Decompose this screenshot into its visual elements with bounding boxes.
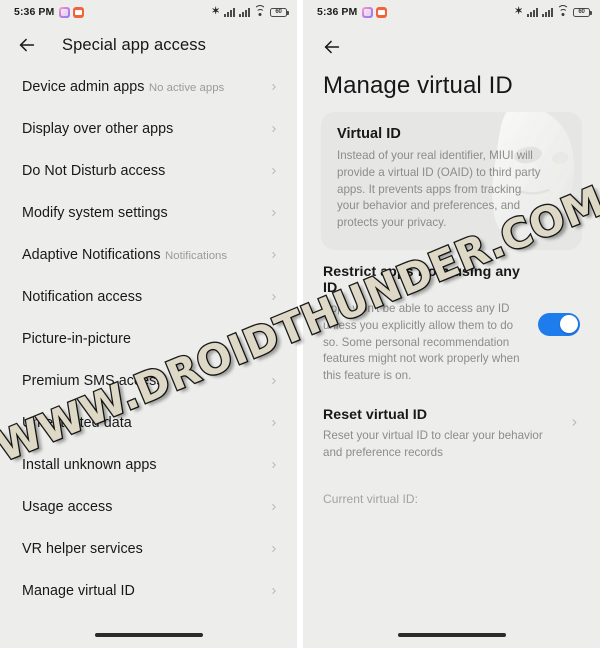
sidebar-item-picture-in-picture[interactable]: Picture-in-picture bbox=[0, 318, 297, 360]
restrict-apps-title: Restrict apps from using any ID bbox=[323, 263, 520, 296]
status-bar-clock: 5:36 PM bbox=[317, 6, 358, 18]
sidebar-item-unrestricted-data[interactable]: Unrestricted data bbox=[0, 402, 297, 444]
virtual-id-info-card: Virtual ID Instead of your real identifi… bbox=[321, 112, 582, 250]
chevron-right-icon bbox=[269, 502, 279, 512]
chevron-right-icon bbox=[269, 544, 279, 554]
chevron-right-icon bbox=[269, 292, 279, 302]
list-item-title: Picture-in-picture bbox=[22, 330, 131, 347]
signal-bars-sim2-icon bbox=[542, 7, 553, 17]
gallery-icon bbox=[362, 6, 374, 18]
sidebar-item-notification-access[interactable]: Notification access bbox=[0, 276, 297, 318]
right-phone-screen: 5:36 PM ✶ 60 Manage virtual ID Virtual I… bbox=[303, 0, 600, 648]
chevron-right-icon bbox=[269, 376, 279, 386]
list-item-title: VR helper services bbox=[22, 540, 143, 557]
chevron-right-icon bbox=[269, 586, 279, 596]
sidebar-item-device-admin-apps[interactable]: Device admin apps No active apps bbox=[0, 66, 297, 108]
sidebar-item-usage-access[interactable]: Usage access bbox=[0, 486, 297, 528]
list-item-title: Display over other apps bbox=[22, 120, 174, 137]
list-item-title: Notification access bbox=[22, 288, 143, 305]
toggle-knob bbox=[559, 315, 578, 334]
status-bar-system-icons: ✶ 60 bbox=[514, 4, 592, 17]
signal-bars-sim1-icon bbox=[224, 7, 235, 17]
signal-bars-sim1-icon bbox=[527, 7, 538, 17]
sidebar-item-adaptive-notifications[interactable]: Adaptive Notifications Notifications bbox=[0, 234, 297, 276]
chevron-right-icon bbox=[269, 208, 279, 218]
reset-virtual-id-title: Reset virtual ID bbox=[323, 406, 428, 423]
list-item-title: Manage virtual ID bbox=[22, 582, 135, 599]
chevron-right-icon bbox=[269, 334, 279, 344]
messaging-icon bbox=[376, 6, 388, 18]
home-gesture-pill[interactable] bbox=[397, 633, 506, 637]
list-item-subtitle: No active apps bbox=[148, 81, 225, 94]
gallery-icon bbox=[59, 6, 71, 18]
current-virtual-id-label: Current virtual ID: bbox=[323, 491, 418, 506]
page-title: Manage virtual ID bbox=[323, 72, 513, 99]
chevron-right-icon bbox=[269, 82, 279, 92]
battery-icon: 60 bbox=[573, 7, 592, 17]
back-arrow-icon[interactable] bbox=[16, 34, 38, 56]
virtual-id-card-description: Instead of your real identifier, MIUI wi… bbox=[337, 149, 541, 230]
navigation-bar-left bbox=[0, 622, 297, 648]
sidebar-item-display-over-other-apps[interactable]: Display over other apps bbox=[0, 108, 297, 150]
restrict-apps-description: Apps won't be able to access any ID unle… bbox=[323, 301, 520, 383]
restrict-apps-setting-row[interactable]: Restrict apps from using any ID Apps won… bbox=[321, 250, 582, 397]
status-bar-clock: 5:36 PM bbox=[14, 6, 55, 18]
list-item-title: Adaptive Notifications bbox=[22, 246, 161, 263]
signal-bars-sim2-icon bbox=[239, 7, 250, 17]
bluetooth-icon: ✶ bbox=[211, 6, 220, 17]
wifi-icon bbox=[254, 4, 266, 17]
page-title: Special app access bbox=[62, 35, 206, 54]
home-gesture-pill[interactable] bbox=[94, 633, 203, 637]
chevron-right-icon bbox=[269, 250, 279, 260]
sidebar-item-install-unknown-apps[interactable]: Install unknown apps bbox=[0, 444, 297, 486]
list-item-title: Premium SMS access bbox=[22, 372, 164, 389]
list-item-subtitle: Notifications bbox=[165, 249, 228, 262]
status-bar-right: 5:36 PM ✶ 60 bbox=[303, 0, 600, 24]
sidebar-item-modify-system-settings[interactable]: Modify system settings bbox=[0, 192, 297, 234]
left-phone-screen: 5:36 PM ✶ 60 Special app access Device a… bbox=[0, 0, 297, 648]
messaging-icon bbox=[73, 6, 85, 18]
special-app-access-list: Device admin apps No active apps Display… bbox=[0, 66, 297, 612]
reset-virtual-id-description: Reset your virtual ID to clear your beha… bbox=[323, 428, 543, 459]
dual-screenshot-container: 5:36 PM ✶ 60 Special app access Device a… bbox=[0, 0, 600, 648]
left-app-bar: Special app access bbox=[0, 24, 297, 66]
list-item-title: Device admin apps bbox=[22, 78, 145, 95]
bluetooth-icon: ✶ bbox=[514, 6, 523, 17]
chevron-right-icon bbox=[269, 166, 279, 176]
wifi-icon bbox=[557, 4, 569, 17]
chevron-right-icon bbox=[269, 460, 279, 470]
status-bar-notification-icons bbox=[362, 6, 388, 18]
navigation-bar-right bbox=[303, 622, 600, 648]
status-bar-system-icons: ✶ 60 bbox=[211, 4, 289, 17]
list-item-title: Do Not Disturb access bbox=[22, 162, 166, 179]
sidebar-item-vr-helper-services[interactable]: VR helper services bbox=[0, 528, 297, 570]
restrict-apps-toggle[interactable] bbox=[538, 312, 580, 336]
chevron-right-icon bbox=[269, 418, 279, 428]
list-item-title: Unrestricted data bbox=[22, 414, 132, 431]
right-app-bar bbox=[303, 24, 600, 58]
status-bar-notification-icons bbox=[59, 6, 85, 18]
virtual-id-card-title: Virtual ID bbox=[337, 126, 401, 142]
back-arrow-icon[interactable] bbox=[321, 36, 582, 58]
list-item-title: Usage access bbox=[22, 498, 113, 515]
list-item-title: Modify system settings bbox=[22, 204, 168, 221]
list-item-title: Install unknown apps bbox=[22, 456, 157, 473]
reset-virtual-id-row[interactable]: Reset virtual ID Reset your virtual ID t… bbox=[321, 397, 582, 474]
status-bar-left: 5:36 PM ✶ 60 bbox=[0, 0, 297, 24]
battery-icon: 60 bbox=[270, 7, 289, 17]
sidebar-item-premium-sms-access[interactable]: Premium SMS access bbox=[0, 360, 297, 402]
sidebar-item-do-not-disturb-access[interactable]: Do Not Disturb access bbox=[0, 150, 297, 192]
chevron-right-icon bbox=[569, 417, 580, 428]
sidebar-item-manage-virtual-id[interactable]: Manage virtual ID bbox=[0, 570, 297, 612]
chevron-right-icon bbox=[269, 124, 279, 134]
